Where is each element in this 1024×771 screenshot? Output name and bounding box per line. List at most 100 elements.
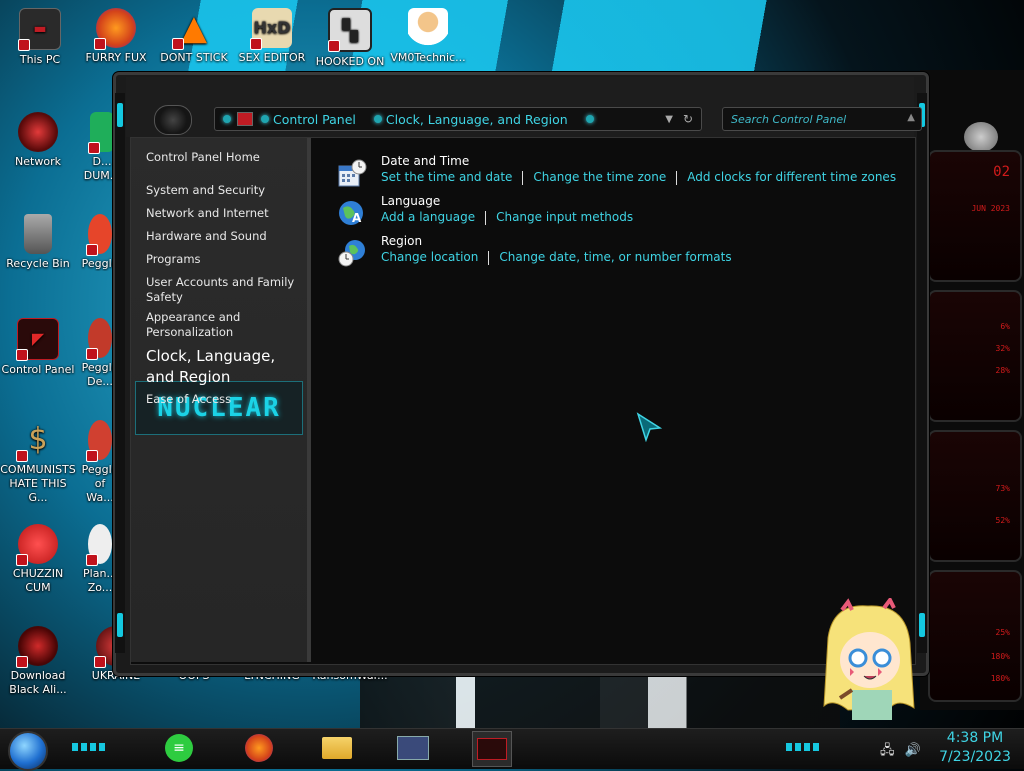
- desktop-icon-control-panel[interactable]: ◤ Control Panel: [0, 318, 76, 377]
- peggle-icon: [86, 214, 112, 256]
- back-forward-button[interactable]: [154, 105, 192, 135]
- link-add-language[interactable]: Add a language: [381, 210, 475, 224]
- widget-disk: 25% 180% 180%: [928, 570, 1022, 702]
- system-clock[interactable]: 4:38 PM 7/23/2023: [930, 729, 1020, 767]
- network-tray-icon[interactable]: 🖧: [880, 743, 895, 758]
- taskbar-app-control-panel[interactable]: [394, 731, 432, 765]
- hxd-icon: HxD: [250, 8, 292, 50]
- widget-cpu: 6% 32% 28%: [928, 290, 1022, 422]
- category-links: Add a language Change input methods: [381, 210, 633, 225]
- globe-language-icon: A: [339, 201, 363, 225]
- category-region: Region Change location Change date, time,…: [337, 234, 907, 274]
- start-button[interactable]: [8, 731, 48, 771]
- desktop-icon-hooked-on[interactable]: ▚ HOOKED ON: [312, 8, 388, 69]
- breadcrumb-separator-icon[interactable]: [373, 115, 382, 123]
- app-icon: [88, 112, 114, 154]
- clock-date: 7/23/2023: [939, 749, 1011, 765]
- desktop-icon-this-pc[interactable]: ▬ This PC: [2, 8, 78, 67]
- sidebar: Control Panel Home System and Security N…: [131, 138, 311, 662]
- taskbar-decoration: [72, 743, 106, 751]
- link-divider: [485, 210, 487, 225]
- category-title[interactable]: Date and Time: [381, 154, 469, 168]
- window-body: Control Panel Home System and Security N…: [130, 137, 916, 665]
- link-add-clocks[interactable]: Add clocks for different time zones: [687, 170, 896, 184]
- breadcrumb-clock-language-region[interactable]: Clock, Language, and Region: [386, 112, 568, 127]
- sidebar-item-network-internet[interactable]: Network and Internet: [146, 206, 306, 221]
- globe-clock-icon: [338, 240, 365, 267]
- category-title[interactable]: Region: [381, 234, 422, 248]
- control-panel-window: Control Panel Clock, Language, and Regio…: [113, 72, 929, 676]
- nuclear-logo: NUCLEAR: [135, 381, 303, 435]
- recycle-bin-icon: [24, 214, 52, 254]
- desktop-icon-vm0technic[interactable]: VM0Technic...: [390, 8, 466, 65]
- link-change-formats[interactable]: Change date, time, or number formats: [499, 250, 731, 264]
- alien-head-icon: [964, 122, 998, 152]
- link-change-location[interactable]: Change location: [381, 250, 478, 264]
- system-tray: 🖧 🔊: [880, 741, 921, 763]
- sidebar-item-hardware-sound[interactable]: Hardware and Sound: [146, 229, 306, 244]
- category-date-time: Date and Time Set the time and date Chang…: [337, 154, 907, 194]
- link-change-time-zone[interactable]: Change the time zone: [533, 170, 666, 184]
- window-frame-right: [917, 93, 927, 653]
- title-bar: Control Panel Clock, Language, and Regio…: [126, 77, 922, 137]
- notes-app-icon: ≡: [165, 734, 193, 762]
- category-language: A Language Add a language Change input me…: [337, 194, 907, 234]
- desktop-icon-dont-stick[interactable]: ▲ DONT STICK: [156, 8, 232, 65]
- desktop-icon-recycle-bin[interactable]: Recycle Bin: [0, 214, 76, 271]
- desktop-icon-chuzzin-cum[interactable]: CHUZZIN CUM: [0, 524, 76, 595]
- link-divider: [522, 170, 524, 185]
- peggle-icon: [86, 420, 112, 462]
- link-set-time-date[interactable]: Set the time and date: [381, 170, 512, 184]
- money-bag-icon: $: [16, 420, 58, 462]
- alienware-icon: [477, 738, 507, 760]
- alien-globe-icon: [16, 626, 58, 668]
- breadcrumb-separator-icon: [261, 115, 269, 123]
- search-box[interactable]: ▲: [722, 107, 922, 131]
- desktop-icon-communists[interactable]: $ COMMUNISTS HATE THIS G...: [0, 420, 76, 505]
- flower-icon: [86, 524, 112, 566]
- taskbar-app-notes[interactable]: ≡: [160, 731, 198, 765]
- sidebar-item-home[interactable]: Control Panel Home: [146, 150, 306, 165]
- category-links: Set the time and date Change the time zon…: [381, 170, 896, 185]
- sidebar-item-appearance[interactable]: Appearance and Personalization: [146, 310, 306, 340]
- vlc-cone-icon: ▲: [172, 8, 214, 50]
- breadcrumb-control-panel[interactable]: Control Panel: [273, 112, 356, 127]
- search-icon[interactable]: ▲: [907, 112, 915, 123]
- desktop-icon-furry-fux[interactable]: FURRY FUX: [78, 8, 154, 65]
- file-explorer-icon: [322, 737, 352, 759]
- refresh-icon[interactable]: ↻: [683, 112, 693, 126]
- cartoon-character-sticker: [823, 598, 915, 720]
- taskbar-app-file-explorer[interactable]: [318, 731, 356, 765]
- breadcrumb-separator-icon[interactable]: [585, 115, 594, 123]
- link-divider: [676, 170, 678, 185]
- control-panel-small-icon: [237, 112, 253, 126]
- network-globe-icon: [18, 112, 58, 152]
- desktop-icon-download-black-ali[interactable]: Download Black Ali...: [0, 626, 76, 697]
- sidebar-item-clock-language-region: Clock, Language, and Region: [146, 347, 276, 386]
- category-links: Change location Change date, time, or num…: [381, 250, 732, 265]
- chevron-down-icon[interactable]: ▼: [665, 114, 673, 125]
- firefox-icon: [94, 8, 136, 50]
- control-panel-icon: ◤: [16, 318, 59, 361]
- volume-icon[interactable]: 🔊: [905, 743, 921, 758]
- link-change-input-methods[interactable]: Change input methods: [496, 210, 633, 224]
- desktop-icon-sex-editor[interactable]: HxD SEX EDITOR: [234, 8, 310, 65]
- svg-text:A: A: [352, 211, 362, 225]
- sidebar-item-programs[interactable]: Programs: [146, 252, 306, 267]
- sidebar-item-user-accounts[interactable]: User Accounts and Family Safety: [146, 275, 306, 305]
- sidebar-item-ease-of-access[interactable]: Ease of Access: [146, 392, 306, 407]
- taskbar: ≡ 🖧 🔊 4:38 PM 7/23/2023: [0, 728, 1024, 771]
- taskbar-decoration: [786, 743, 820, 751]
- sidebar-item-system-security[interactable]: System and Security: [146, 183, 306, 198]
- search-input[interactable]: [729, 112, 903, 127]
- category-title[interactable]: Language: [381, 194, 440, 208]
- doctor-icon: [408, 8, 448, 48]
- desktop-icon-network[interactable]: Network: [0, 112, 76, 169]
- address-bar[interactable]: Control Panel Clock, Language, and Regio…: [214, 107, 702, 131]
- breadcrumb-separator-icon: [223, 115, 231, 123]
- mouse-cursor-icon: [636, 412, 662, 442]
- maze-icon: ▚: [328, 8, 372, 52]
- widget-calendar: 02 JUN 2023: [928, 150, 1022, 282]
- taskbar-app-firefox[interactable]: [240, 731, 278, 765]
- taskbar-app-alienware[interactable]: [472, 731, 512, 767]
